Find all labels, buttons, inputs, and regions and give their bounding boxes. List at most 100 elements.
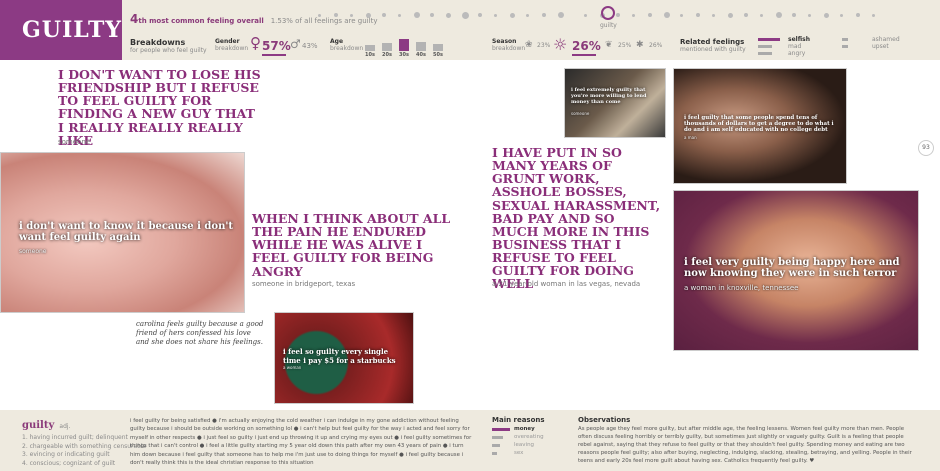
reasons-title: Main reasons <box>492 416 545 424</box>
age-bar <box>433 44 443 51</box>
summer-underline <box>572 54 596 56</box>
fall-icon: ❦ <box>605 40 613 50</box>
photo-2-author: someone <box>571 111 590 116</box>
spring-pct: 23% <box>537 42 551 49</box>
feeling-dot <box>728 12 733 18</box>
photo-3-caption: i feel guilty that some people spend ten… <box>684 115 834 133</box>
age-bar <box>382 43 392 51</box>
photo-3-author: a man <box>684 135 697 140</box>
photo-woman-face: i don't want to know it because i don't … <box>0 152 245 313</box>
summer-pct: 26% <box>572 39 601 53</box>
age-bar <box>416 42 426 51</box>
definition-block: guilty adj. 1. having incurred guilt; de… <box>22 413 146 469</box>
age-bar-label: 30s <box>399 52 409 58</box>
feeling-dot <box>680 13 683 17</box>
quote-2: WHEN I THINK ABOUT ALL THE PAIN HE ENDUR… <box>252 211 451 279</box>
reason-bar <box>492 428 510 431</box>
reason-bar <box>492 444 500 447</box>
feeling-dot <box>632 13 635 17</box>
feeling-dot <box>840 13 843 17</box>
age-bar-label: 10s <box>365 52 375 58</box>
quote-3: I HAVE PUT IN SO MANY YEARS OF GRUNT WOR… <box>492 145 661 292</box>
feeling-dot <box>526 13 529 17</box>
quote-2-author: someone in bridgeport, texas <box>252 280 356 288</box>
related-sub: mentioned with guilty <box>680 46 746 53</box>
related-item: ashamed <box>872 36 900 43</box>
photo-couple: i feel guilty that some people spend ten… <box>673 68 847 184</box>
age-bar-label: 50s <box>433 52 443 58</box>
feeling-dot <box>648 13 652 17</box>
feeling-dot <box>398 13 401 17</box>
definition-item: 2. chargeable with something censurable <box>22 442 147 450</box>
definition-list: 1. having incurred guilt; delinquent 2. … <box>22 434 146 469</box>
photo-woman-knoxville: i feel very guilty being happy here and … <box>673 190 919 351</box>
related-item: angry <box>788 50 806 57</box>
definition-pos: adj. <box>59 423 71 430</box>
feeling-dot <box>510 12 515 18</box>
breakdowns-row: Breakdowns for people who feel guilty Ge… <box>130 34 930 58</box>
definition-item: 4. conscious; cognizant of guilt <box>22 460 116 468</box>
definition-item: 3. evincing or indicating guilt <box>22 451 110 459</box>
winter-icon: ✱ <box>636 40 644 50</box>
photo-1-caption: i don't want to know it because i don't … <box>19 221 234 243</box>
age-bar-label: 40s <box>416 52 426 58</box>
related-list-2: ashamed upset <box>842 36 902 50</box>
reason-label: sex <box>514 450 524 456</box>
feeling-dot <box>366 12 371 18</box>
photo-starbucks-cups: i feel so guilty every single time i pay… <box>274 312 414 404</box>
winter-pct: 26% <box>649 42 663 49</box>
breakdowns-title: Breakdowns <box>130 38 186 47</box>
page-title: GUILTY <box>0 0 122 60</box>
feeling-dot <box>494 13 497 17</box>
feeling-dot <box>558 12 564 18</box>
definition-word: guilty <box>22 420 55 431</box>
observations-title: Observations <box>578 416 631 424</box>
photo-5-caption: i feel very guilty being happy here and … <box>684 257 900 279</box>
fall-pct: 25% <box>618 42 632 49</box>
age-bar-label: 20s <box>382 52 392 58</box>
photo-couple-small: i feel extremely guilty that you're more… <box>564 68 666 138</box>
reason-bar <box>492 436 503 439</box>
reason-label: leaving <box>514 442 535 448</box>
related-list-1: selfish mad angry <box>758 36 818 57</box>
feeling-dot <box>712 13 715 17</box>
definition-item: 1. having incurred guilt; delinquent <box>22 434 128 441</box>
feeling-dot <box>542 13 546 17</box>
related-item: mad <box>788 43 802 50</box>
quote-1: I DON'T WANT TO LOSE HIS FRIENDSHIP BUT … <box>58 67 261 148</box>
dots-label: guilty <box>600 22 617 29</box>
photo-2-caption: i feel extremely guilty that you're more… <box>571 87 647 105</box>
quote-3-author: a 21-year-old woman in las vegas, nevada <box>492 280 641 288</box>
age-bar <box>365 45 375 51</box>
photo-4-caption: i feel so guilty every single time i pay… <box>283 347 396 365</box>
feeling-dot <box>446 12 451 18</box>
feeling-dot <box>382 13 386 17</box>
feeling-dot <box>696 13 700 17</box>
spring-icon: ❀ <box>525 40 533 50</box>
main-reasons: Main reasons money overeating leaving sex <box>492 416 572 466</box>
current-feeling-marker <box>601 6 615 20</box>
age-title: Age <box>330 38 344 45</box>
feeling-dot <box>430 13 434 17</box>
feeling-dot <box>776 12 782 18</box>
summer-icon: ☼ <box>553 35 568 54</box>
feeling-dot <box>478 13 482 17</box>
feeling-dot <box>584 13 587 17</box>
age-chart: 10s 20s 30s 40s 50s <box>365 38 455 58</box>
page-number: 93 <box>918 140 934 156</box>
gender-sub: breakdown <box>215 45 249 52</box>
feeling-dot <box>334 13 338 17</box>
feeling-dot <box>856 13 860 17</box>
feeling-dot <box>760 13 763 17</box>
female-pct: 57% <box>262 39 291 53</box>
feeling-dot <box>872 13 875 17</box>
reason-label: money <box>514 426 535 432</box>
feeling-dot <box>824 12 829 18</box>
season-sub: breakdown <box>492 45 526 52</box>
snippets: i feel guilty for being satisfied ● i'm … <box>130 418 472 466</box>
photo-1-author: someone <box>19 248 47 255</box>
handwritten-note: carolina feels guilty because a good fri… <box>136 320 264 347</box>
feeling-dot <box>414 12 420 18</box>
feeling-dot <box>462 11 469 19</box>
observations-text: As people age they feel more guilty, but… <box>578 426 912 465</box>
